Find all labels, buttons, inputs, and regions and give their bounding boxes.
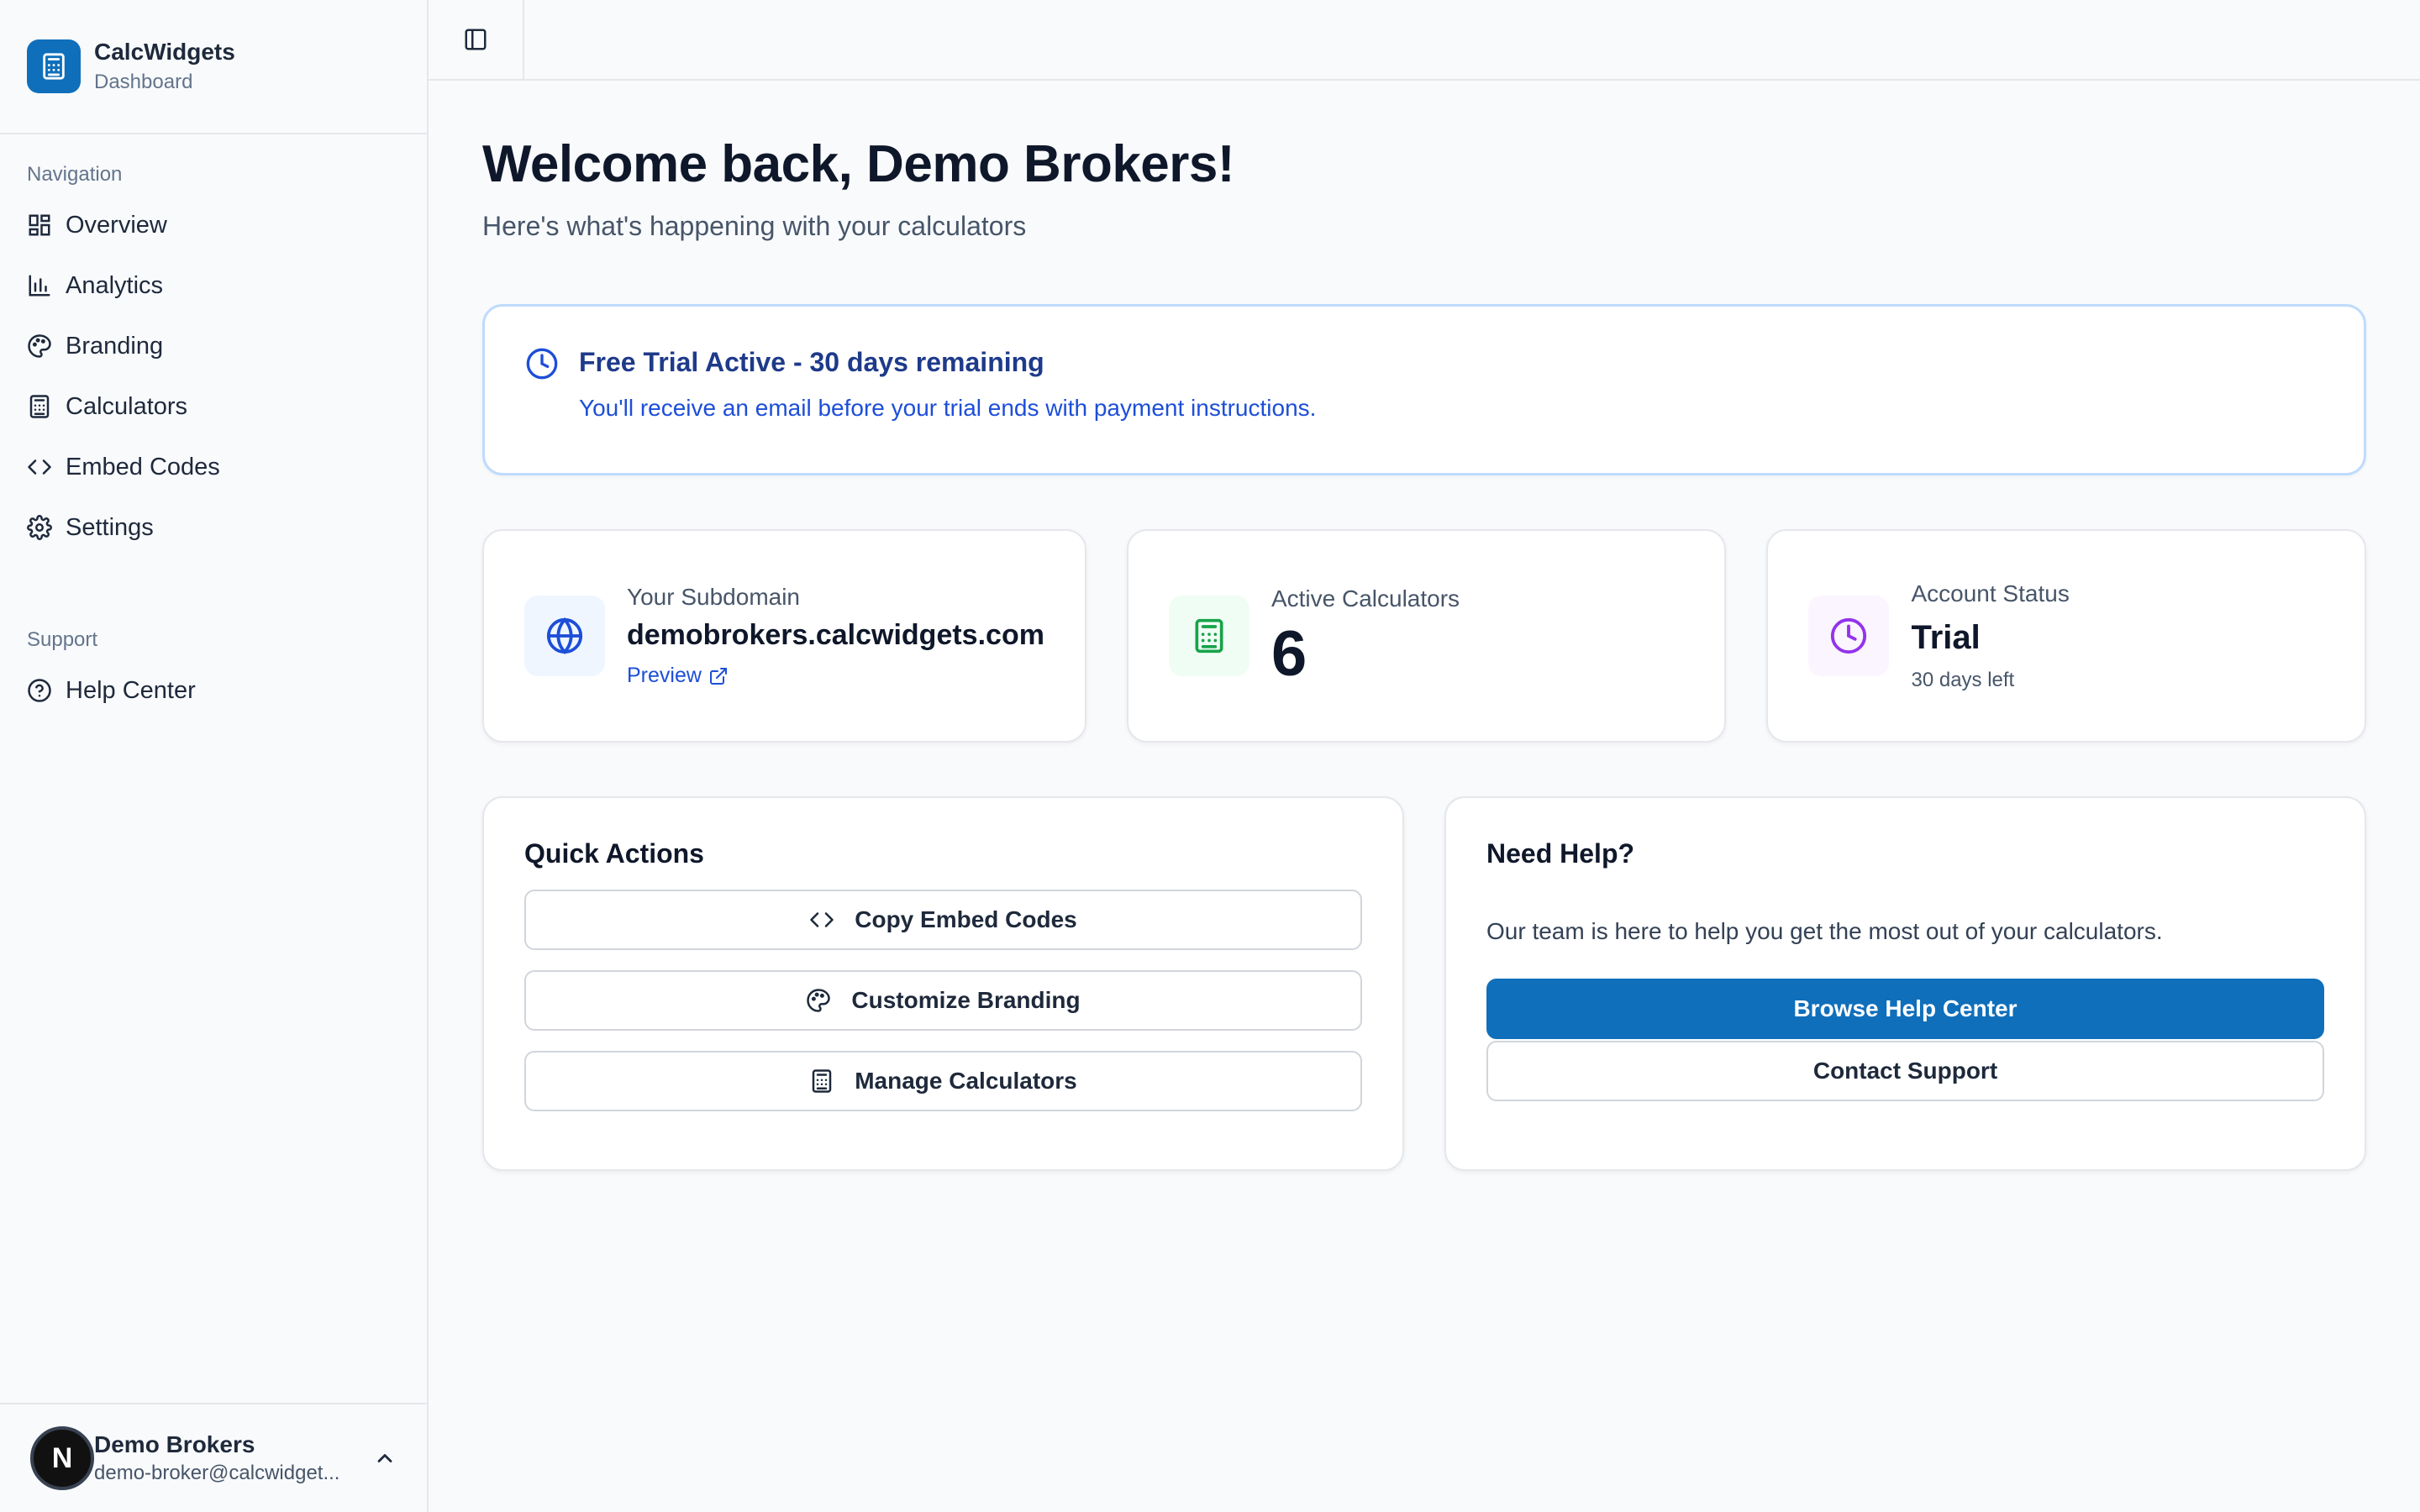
account-status-value: Trial <box>1911 618 1981 656</box>
support-group-label: Support <box>27 628 98 651</box>
subdomain-label: Your Subdomain <box>627 584 801 610</box>
panels-row: Quick Actions Copy Embed Codes Customize… <box>482 796 2366 1171</box>
active-calculators-label: Active Calculators <box>1270 585 1460 612</box>
trial-banner: Free Trial Active - 30 days remaining Yo… <box>482 304 2366 475</box>
sidebar-item-branding[interactable]: Branding <box>13 319 413 373</box>
button-label: Copy Embed Codes <box>855 906 1077 932</box>
topbar <box>429 0 2420 81</box>
sidebar-toggle-button[interactable] <box>429 0 524 79</box>
clock-icon <box>526 348 558 380</box>
subdomain-card: Your Subdomain demobrokers.calcwidgets.c… <box>482 529 1086 743</box>
sidebar-item-help-center[interactable]: Help Center <box>13 664 413 717</box>
support-list: Help Center <box>0 664 427 717</box>
preview-link-label: Preview <box>627 664 702 687</box>
need-help-title: Need Help? <box>1486 838 1635 869</box>
sidebar-item-label: Overview <box>66 211 167 239</box>
sidebar-item-overview[interactable]: Overview <box>13 198 413 252</box>
trial-title: Free Trial Active - 30 days remaining <box>579 347 1044 377</box>
sidebar: CalcWidgets Dashboard Navigation Overvie… <box>0 0 429 1512</box>
quick-actions-title: Quick Actions <box>524 838 704 869</box>
button-label: Customize Branding <box>851 987 1081 1013</box>
active-calculators-value: 6 <box>1270 618 1307 690</box>
subdomain-value: demobrokers.calcwidgets.com <box>627 619 1044 651</box>
bar-chart-icon <box>29 275 50 297</box>
code-icon <box>28 459 51 475</box>
nav-group-label: Navigation <box>27 163 123 186</box>
chevron-up-icon[interactable] <box>373 1446 397 1470</box>
calculator-icon <box>29 395 50 418</box>
user-email: demo-broker@calcwidget... <box>94 1462 340 1484</box>
brand-header[interactable]: CalcWidgets Dashboard <box>0 0 427 134</box>
brand-subtitle: Dashboard <box>94 71 193 93</box>
quick-actions-panel: Quick Actions Copy Embed Codes Customize… <box>482 796 1404 1171</box>
stats-row: Your Subdomain demobrokers.calcwidgets.c… <box>482 529 2367 743</box>
globe-icon <box>524 596 605 676</box>
sidebar-item-label: Settings <box>66 513 154 541</box>
page-title: Welcome back, Demo Brokers! <box>482 135 1235 193</box>
preview-link[interactable]: Preview <box>627 664 1044 688</box>
account-status-note: 30 days left <box>1911 668 2015 691</box>
sidebar-item-label: Calculators <box>66 392 188 420</box>
trial-text: You'll receive an email before your tria… <box>579 395 1317 421</box>
account-status-card: Account Status Trial 30 days left <box>1766 529 2367 743</box>
user-info: Demo Brokers demo-broker@calcwidget... <box>94 1431 373 1485</box>
panel-left-icon <box>465 29 487 50</box>
sidebar-item-label: Embed Codes <box>66 453 220 480</box>
main-content: Welcome back, Demo Brokers! Here's what'… <box>429 0 2420 1512</box>
sidebar-item-settings[interactable]: Settings <box>13 501 413 554</box>
active-calculators-card: Active Calculators 6 <box>1126 529 1727 743</box>
calculator-icon <box>812 1069 832 1093</box>
manage-calculators-button[interactable]: Manage Calculators <box>524 1051 1362 1111</box>
app: CalcWidgets Dashboard Navigation Overvie… <box>0 0 2420 1512</box>
customize-branding-button[interactable]: Customize Branding <box>524 970 1362 1031</box>
grid-icon <box>29 214 50 236</box>
calculator-logo-icon <box>27 39 81 93</box>
avatar: N <box>30 1426 94 1490</box>
nav-list: Overview Analytics Branding Calculators … <box>0 198 427 554</box>
browse-help-center-button[interactable]: Browse Help Center <box>1486 979 2324 1039</box>
copy-embed-codes-button[interactable]: Copy Embed Codes <box>524 890 1362 950</box>
calculator-icon <box>1168 596 1249 676</box>
code-icon <box>810 912 834 927</box>
user-name: Demo Brokers <box>94 1431 255 1457</box>
palette-icon <box>807 989 831 1012</box>
sidebar-item-label: Analytics <box>66 271 164 299</box>
account-status-label: Account Status <box>1911 580 2070 606</box>
help-circle-icon <box>28 679 51 702</box>
button-label: Manage Calculators <box>855 1068 1077 1094</box>
sidebar-item-calculators[interactable]: Calculators <box>13 380 413 433</box>
sidebar-item-label: Help Center <box>66 676 196 704</box>
palette-icon <box>28 334 51 358</box>
sidebar-item-embed-codes[interactable]: Embed Codes <box>13 440 413 494</box>
dashboard-content: Welcome back, Demo Brokers! Here's what'… <box>429 81 2420 1171</box>
clock-icon <box>1808 596 1890 676</box>
brand-title: CalcWidgets <box>94 39 235 65</box>
sidebar-item-label: Branding <box>66 332 164 360</box>
contact-support-button[interactable]: Contact Support <box>1486 1041 2324 1101</box>
gear-icon <box>27 515 52 540</box>
sidebar-item-analytics[interactable]: Analytics <box>13 259 413 312</box>
page-subtitle: Here's what's happening with your calcul… <box>482 211 1027 241</box>
external-link-icon <box>709 667 727 685</box>
need-help-panel: Need Help? Our team is here to help you … <box>1444 796 2366 1171</box>
user-menu[interactable]: N Demo Brokers demo-broker@calcwidget... <box>0 1403 427 1512</box>
need-help-text: Our team is here to help you get the mos… <box>1486 918 2163 944</box>
